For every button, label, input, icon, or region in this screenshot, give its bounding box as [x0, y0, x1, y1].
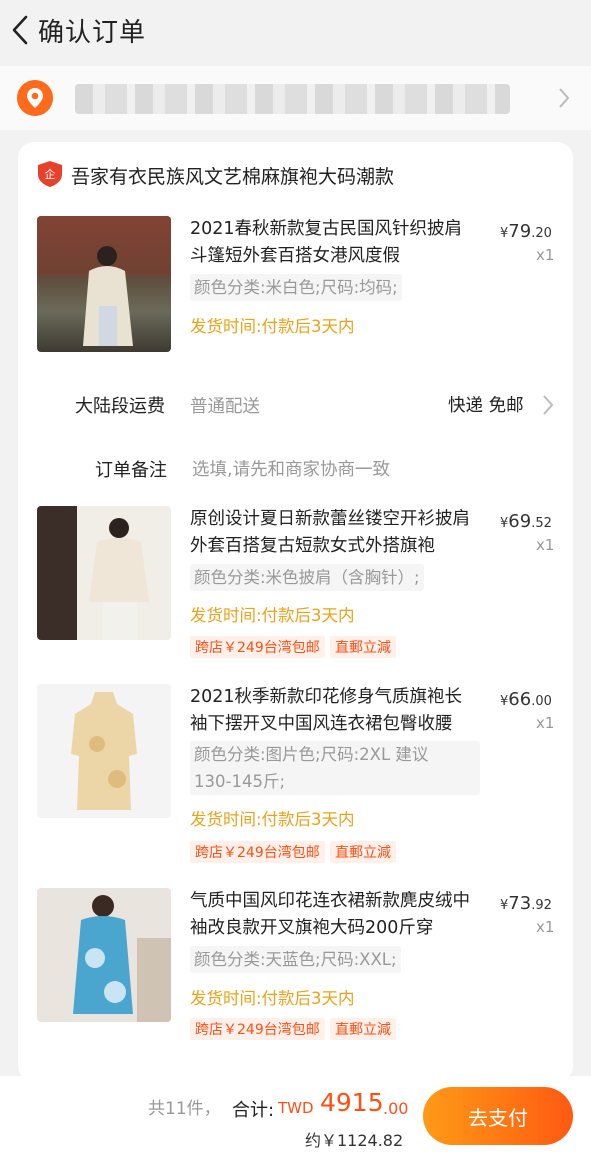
product-price: ¥66.00: [500, 689, 552, 710]
price-decimal: .00: [531, 694, 552, 709]
shop-name[interactable]: 吾家有衣民族风文艺棉麻旗袍大码潮款: [71, 162, 394, 189]
order-note-input[interactable]: 选填,请先和商家协商一致: [192, 456, 390, 481]
shipping-fee-label: 大陆段运费: [75, 396, 165, 417]
product-title-line: 气质中国风印花连衣裙新款麂皮绒中: [190, 891, 470, 911]
product-spec[interactable]: 颜色分类:图片色;尺码:2XL 建议 130-145斤;: [190, 741, 480, 795]
item-count: 共11件，: [148, 1099, 221, 1119]
product-image[interactable]: [37, 216, 171, 352]
address-text-blurred: [75, 84, 510, 114]
product-spec[interactable]: 颜色分类:米色披肩（含胸针）;: [190, 564, 424, 591]
total-amount: 4915: [320, 1088, 384, 1117]
ship-time: 发货时间:付款后3天内: [190, 317, 355, 336]
ship-time: 发货时间:付款后3天内: [190, 810, 355, 829]
product-title-line: 2021秋季新款印花修身气质旗袍长: [190, 687, 463, 707]
product-price: ¥79.20: [500, 221, 552, 242]
promo-tag: 跨店￥249台湾包邮: [190, 841, 325, 863]
product-title-line: 袖下摆开叉中国风连衣裙包臀收腰: [190, 714, 453, 734]
promo-tag: 直郵立減: [330, 1018, 396, 1040]
product-price: ¥73.92: [500, 893, 552, 914]
product-image[interactable]: [37, 888, 171, 1022]
product-quantity: x1: [536, 918, 555, 936]
product-spec[interactable]: 颜色分类:米白色;尺码:均码;: [190, 274, 402, 301]
shipping-fee-value[interactable]: 快递 免邮: [448, 392, 524, 417]
ship-time: 发货时间:付款后3天内: [190, 989, 355, 1008]
product-title[interactable]: 气质中国风印花连衣裙新款麂皮绒中 袖改良款开叉旗袍大码200斤穿: [190, 888, 482, 942]
total-currency: TWD: [278, 1099, 314, 1117]
price-decimal: .20: [531, 226, 552, 241]
product-title-line: 原创设计夏日新款蕾丝镂空开衫披肩: [190, 509, 470, 529]
product-title[interactable]: 原创设计夏日新款蕾丝镂空开衫披肩 外套百搭复古短款女式外搭旗袍: [190, 506, 482, 560]
shop-badge-icon: 企: [38, 161, 62, 187]
product-title-line: 袖改良款开叉旗袍大码200斤穿: [190, 918, 434, 938]
ship-time: 发货时间:付款后3天内: [190, 606, 355, 625]
total-amount-decimal: .00: [383, 1099, 409, 1118]
price-decimal: .52: [531, 516, 552, 531]
promo-tag: 跨店￥249台湾包邮: [190, 636, 325, 658]
product-price: ¥69.52: [500, 511, 552, 532]
promo-tag: 跨店￥249台湾包邮: [190, 1018, 325, 1040]
promo-tag: 直郵立減: [330, 841, 396, 863]
chevron-right-icon[interactable]: [541, 394, 555, 416]
product-image[interactable]: [37, 506, 171, 640]
product-quantity: x1: [536, 714, 555, 732]
product-spec-line: 颜色分类:图片色;尺码:2XL 建议: [194, 745, 429, 764]
location-pin-icon: [17, 80, 53, 116]
price-integer: 79: [508, 221, 532, 242]
chevron-right-icon[interactable]: [557, 87, 571, 109]
product-quantity: x1: [536, 246, 555, 264]
product-spec-line: 130-145斤;: [194, 772, 285, 791]
price-integer: 66: [508, 689, 532, 710]
product-title[interactable]: 2021春秋新款复古民国风针织披肩 斗篷短外套百搭女港风度假: [190, 216, 482, 270]
product-image[interactable]: [37, 684, 171, 818]
svg-text:企: 企: [45, 167, 56, 181]
total-label: 合计:: [232, 1100, 275, 1121]
order-note-label: 订单备注: [95, 460, 167, 481]
promo-tag: 直郵立減: [330, 636, 396, 658]
approx-rmb: 约￥1124.82: [305, 1131, 404, 1150]
product-spec[interactable]: 颜色分类:天蓝色;尺码:XXL;: [190, 946, 401, 973]
product-title-line: 斗篷短外套百搭女港风度假: [190, 246, 400, 266]
price-integer: 69: [508, 511, 532, 532]
price-decimal: .92: [531, 898, 552, 913]
header-bar: 确认订单: [0, 0, 591, 62]
product-title-line: 外套百搭复古短款女式外搭旗袍: [190, 536, 435, 556]
price-integer: 73: [508, 893, 532, 914]
pay-button[interactable]: 去支付: [423, 1087, 573, 1145]
product-title-line: 2021春秋新款复古民国风针织披肩: [190, 219, 463, 239]
page-title: 确认订单: [38, 18, 147, 48]
product-quantity: x1: [536, 536, 555, 554]
back-arrow-icon[interactable]: [8, 14, 32, 46]
shipping-method: 普通配送: [190, 397, 260, 417]
product-title[interactable]: 2021秋季新款印花修身气质旗袍长 袖下摆开叉中国风连衣裙包臀收腰: [190, 684, 482, 738]
